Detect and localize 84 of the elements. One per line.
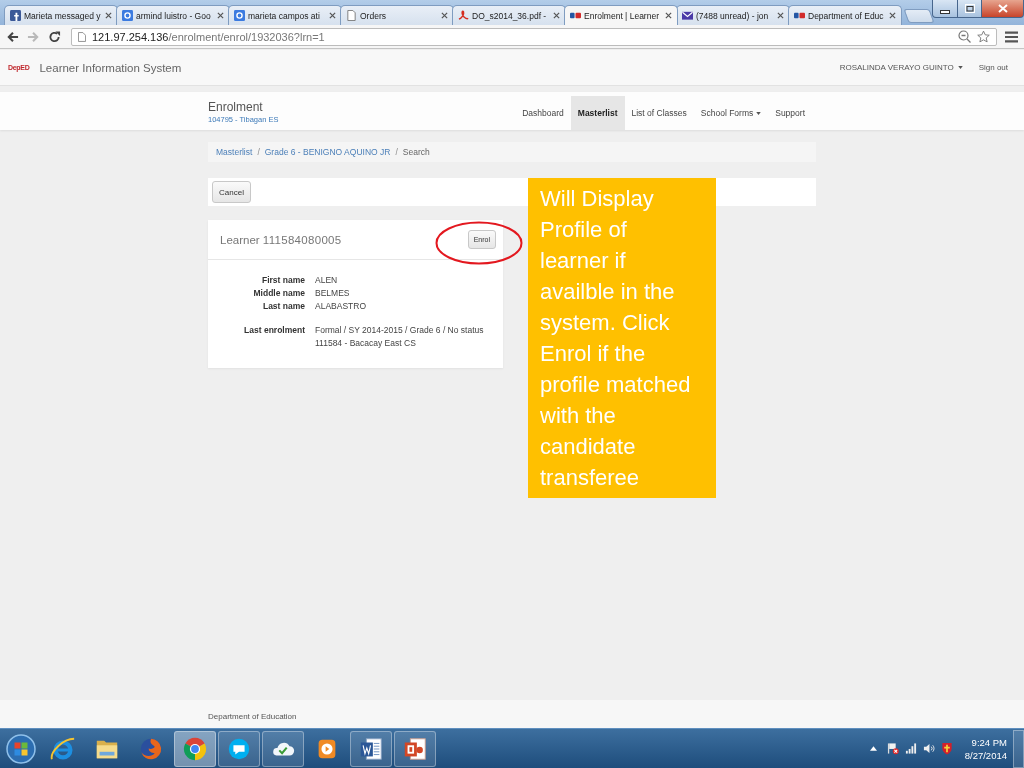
field-label: Last name	[261, 300, 305, 313]
envelope-icon	[682, 10, 693, 21]
browser-tab[interactable]: Orders	[340, 5, 454, 25]
slides-document-icon	[402, 735, 428, 762]
field-value: ALEN	[315, 274, 338, 287]
close-icon[interactable]	[217, 12, 224, 19]
close-icon[interactable]	[329, 12, 336, 19]
taskbar-button[interactable]	[394, 730, 436, 767]
page-icon	[346, 10, 357, 21]
field-value: BELMES	[315, 287, 350, 300]
start-orb-icon	[6, 733, 36, 764]
segmented-circle-icon	[182, 735, 208, 762]
taskbar-button[interactable]	[350, 730, 392, 767]
browser-tab[interactable]: Enrolment | Learner	[564, 5, 678, 25]
tray-arrow-icon[interactable]	[869, 746, 877, 751]
forward-arrow-icon	[27, 30, 40, 43]
star-icon[interactable]	[977, 30, 990, 43]
nav-tab[interactable]: Dashboard	[515, 96, 571, 130]
square-logo-icon	[122, 10, 133, 21]
breadcrumb-current: Search	[402, 147, 430, 157]
minimize-icon	[940, 9, 950, 14]
close-icon[interactable]	[777, 12, 784, 19]
field-value: 111584 - Bacacay East CS	[315, 337, 416, 350]
taskbar-button[interactable]	[262, 730, 304, 767]
field-label: First name	[261, 274, 305, 287]
browser-tab[interactable]: armind luistro - Goo	[116, 5, 230, 25]
browser-tab[interactable]: Department of Educ	[788, 5, 902, 25]
show-desktop-button[interactable]	[1013, 729, 1024, 768]
nav-tab[interactable]: School Forms	[693, 96, 769, 130]
close-icon	[997, 4, 1008, 13]
square-logo-icon	[10, 10, 21, 21]
sign-out-link[interactable]: Sign out	[978, 63, 1008, 72]
speaker-icon[interactable]	[922, 742, 935, 755]
breadcrumb-separator: /	[257, 147, 260, 157]
field-value: Formal / SY 2014-2015 / Grade 6 / No status	[315, 324, 484, 337]
close-icon[interactable]	[889, 12, 896, 19]
taskbar-button[interactable]	[218, 730, 260, 767]
square-logo-icon	[234, 10, 245, 21]
page-title: Enrolment	[208, 100, 264, 114]
close-window-button[interactable]	[982, 0, 1024, 18]
page-icon	[78, 31, 86, 42]
field-label: Middle name	[252, 287, 305, 300]
minimize-button[interactable]	[932, 0, 958, 18]
shield-icon[interactable]	[940, 742, 953, 755]
browser-tab[interactable]: (7488 unread) - jon	[676, 5, 790, 25]
field-label: Last enrolment	[243, 324, 305, 337]
reload-icon	[48, 30, 61, 43]
reload-button[interactable]	[46, 28, 63, 45]
breadcrumb-link[interactable]: Masterlist	[216, 147, 253, 157]
mini-logo-icon	[570, 10, 581, 21]
user-menu-button[interactable]: ROSALINDA VERAYO GUINTO	[839, 63, 963, 72]
browser-tab[interactable]: marieta campos ati	[228, 5, 342, 25]
close-icon[interactable]	[665, 12, 672, 19]
zoom-out-icon[interactable]	[958, 30, 971, 43]
footer-text: Department of Education	[208, 712, 297, 721]
swirl-logo-icon	[458, 10, 469, 21]
menu-icon	[1005, 30, 1018, 43]
clock-time[interactable]: 9:24 PM	[971, 735, 1007, 749]
restore-icon	[964, 4, 975, 13]
app-title: Learner Information System	[39, 61, 182, 74]
word-document-icon	[358, 735, 384, 762]
field-value: ALABASTRO	[315, 300, 367, 313]
address-field[interactable]: 121.97.254.136/enrolment/enrol/1932036?lrn=1	[71, 27, 997, 46]
close-icon[interactable]	[441, 12, 448, 19]
breadcrumb-separator: /	[395, 147, 398, 157]
mini-logo-icon	[794, 10, 805, 21]
close-icon[interactable]	[105, 12, 112, 19]
browser-tab[interactable]: DO_s2014_36.pdf -	[452, 5, 566, 25]
back-arrow-icon	[6, 30, 19, 43]
url-text: 121.97.254.136/enrolment/enrol/1932036?lrn=1	[92, 30, 325, 43]
network-error-icon[interactable]	[886, 742, 899, 755]
breadcrumb-link[interactable]: Grade 6 - BENIGNO AQUINO JR	[264, 147, 391, 157]
clock-date[interactable]: 8/27/2014	[964, 748, 1007, 762]
close-icon[interactable]	[553, 12, 560, 19]
signal-bars-icon[interactable]	[904, 742, 917, 755]
cancel-button[interactable]: Cancel	[212, 181, 251, 203]
browser-tab[interactable]: Marieta messaged y	[4, 5, 118, 25]
callout-note: Will Display Profile of learner if availble in the system. Click Enrol if the profile matched with the candidate transferee	[528, 178, 716, 498]
nav-tab[interactable]: Support	[768, 96, 812, 130]
card-title: Learner 111584080005	[220, 233, 342, 246]
nav-tab[interactable]: List of Classes	[624, 96, 694, 130]
nav-tab[interactable]: Masterlist	[570, 96, 625, 130]
maximize-button[interactable]	[958, 0, 982, 18]
e-logo-icon	[50, 735, 76, 762]
